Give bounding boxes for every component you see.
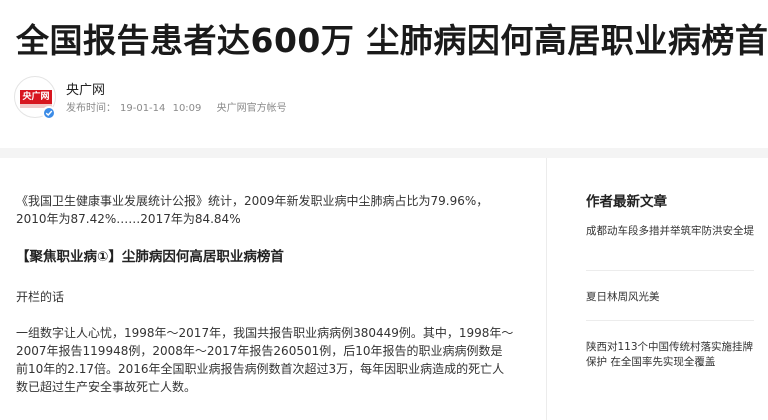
article-body: 《我国卫生健康事业发展统计公报》统计，2009年新发职业病中尘肺病占比为79.9…	[16, 160, 516, 420]
verified-badge-icon	[42, 106, 56, 120]
sidebar-article-link[interactable]: 陕西对113个中国传统村落实施挂牌保护 在全国率先实现全覆盖	[586, 340, 754, 370]
sidebar-divider	[586, 320, 754, 321]
sidebar-article-link[interactable]: 夏日林周风光美	[586, 290, 754, 305]
account-label: 央广网官方帐号	[216, 103, 287, 114]
sidebar-article-link[interactable]: 成都动车段多措并举筑牢防洪安全堤	[586, 224, 754, 239]
publish-label: 发布时间：	[66, 103, 116, 114]
article-paragraph-3: 一组数字让人心忧，1998年～2017年，我国共报告职业病病例380449例。其…	[16, 326, 514, 394]
article-section-heading: 【聚焦职业病①】尘肺病因何高居职业病榜首	[16, 249, 284, 265]
publish-date: 19-01-14	[120, 103, 166, 114]
section-divider	[0, 148, 768, 158]
article-paragraph-2: 开栏的话	[16, 290, 65, 304]
author-logo: 央广网	[20, 90, 52, 104]
author-bar: 央广网 央广网 发布时间： 19-01-14 10:09 央广网官方帐号	[14, 76, 754, 126]
publish-time: 10:09	[172, 103, 202, 114]
article-headline: 全国报告患者达600万 尘肺病因何高居职业病榜首	[16, 21, 768, 60]
column-separator	[546, 158, 547, 420]
author-name[interactable]: 央广网	[66, 79, 105, 98]
sidebar-latest-articles: 作者最新文章 成都动车段多措并举筑牢防洪安全堤 夏日林周风光美 陕西对113个中…	[586, 158, 758, 420]
sidebar-title: 作者最新文章	[586, 194, 667, 210]
sidebar-divider	[586, 270, 754, 271]
publish-meta: 发布时间： 19-01-14 10:09 央广网官方帐号	[66, 99, 291, 114]
article-paragraph-1: 《我国卫生健康事业发展统计公报》统计，2009年新发职业病中尘肺病占比为79.9…	[16, 194, 489, 226]
